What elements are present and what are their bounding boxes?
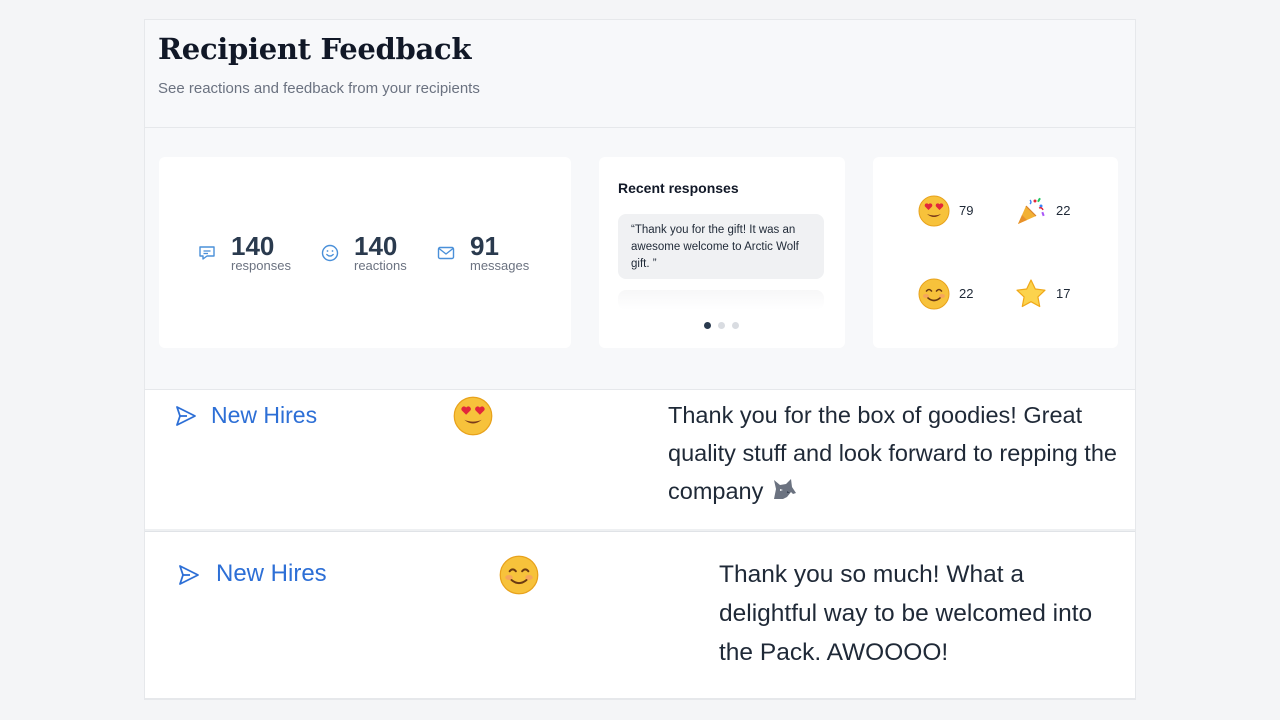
stat-label: messages [470,258,530,273]
feedback-row[interactable]: New Hires Thank you so much! What a deli… [145,531,1135,699]
feedback-panel: Recipient Feedback See reactions and fee… [144,19,1136,700]
heart-eyes-emoji-icon [918,195,950,227]
recent-responses-card: Recent responses “Thank you for the gift… [599,157,845,348]
reaction-count: 22 [1056,203,1071,218]
page-header: Recipient Feedback See reactions and fee… [145,20,1135,128]
envelope-icon [437,246,455,260]
stat-value: 140 [231,231,275,261]
stats-card: 140 responses 140 reactions 91 messages [159,157,571,348]
reaction-count: 22 [959,286,974,301]
page-title: Recipient Feedback [158,32,472,66]
smiling-face-emoji-icon [499,555,539,595]
send-icon [176,406,196,426]
feedback-message-text: Thank you for the box of goodies! Great … [668,402,1117,504]
smiley-face-icon [321,244,339,262]
carousel-dot[interactable] [704,322,711,329]
stat-label: responses [231,258,291,273]
smiling-face-emoji-icon [918,278,950,310]
stat-value: 140 [354,231,398,261]
next-response-preview [618,290,824,310]
recent-responses-title: Recent responses [618,180,739,196]
recipient-group-name[interactable]: New Hires [211,400,317,430]
heart-eyes-emoji-icon [453,396,493,436]
stat-label: reactions [354,258,407,273]
carousel-dot[interactable] [718,322,725,329]
reaction-counts-card: 79 22 22 17 [873,157,1118,348]
stat-value: 91 [470,231,499,261]
carousel-dot[interactable] [732,322,739,329]
star-emoji-icon [1016,279,1046,308]
feedback-message: Thank you for the box of goodies! Great … [668,396,1128,510]
send-icon [179,565,199,585]
reaction-count: 17 [1056,286,1071,301]
feedback-message: Thank you so much! What a delightful way… [719,561,1093,666]
chat-bubble-icon [199,246,215,260]
wolf-emoji-icon [773,479,796,499]
response-quote: “Thank you for the gift! It was an aweso… [618,214,824,279]
party-popper-emoji-icon [1018,197,1045,224]
feedback-row[interactable]: New Hires Thank you for the box of goodi… [145,389,1135,529]
reaction-count: 79 [959,203,974,218]
recipient-group-name[interactable]: New Hires [216,559,327,589]
page-subtitle: See reactions and feedback from your rec… [158,80,480,97]
